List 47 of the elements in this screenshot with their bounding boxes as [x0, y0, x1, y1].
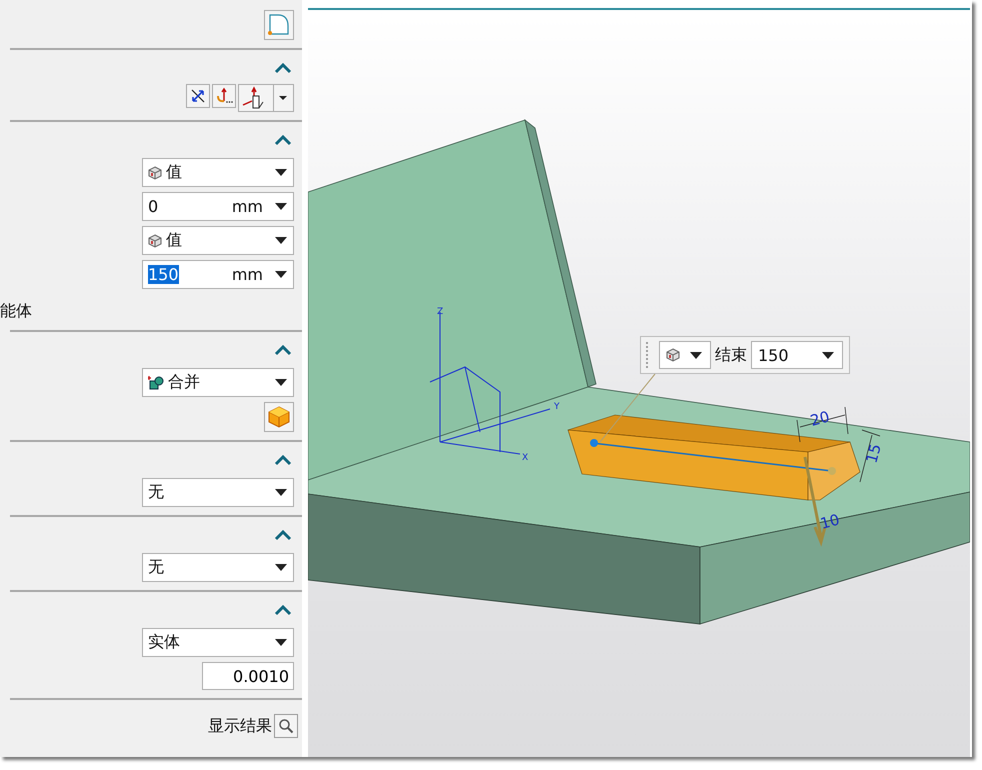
vector-type-dropdown[interactable] — [238, 84, 294, 112]
end-label: 结束 — [715, 344, 747, 366]
tolerance-input[interactable]: 0.0010 — [202, 662, 294, 690]
vector-dialog-button[interactable] — [212, 84, 236, 108]
reverse-direction-button[interactable] — [186, 84, 210, 108]
cube-icon — [666, 348, 680, 362]
end-value-dropdown[interactable]: 150 — [751, 341, 843, 369]
option-label: 能体 — [0, 301, 32, 322]
option-dropdown[interactable]: 无 — [142, 478, 294, 507]
collapse-chevron-icon[interactable] — [272, 132, 294, 148]
limit-type-dropdown[interactable] — [659, 341, 711, 369]
coordinate-triad-drawing: Z Y X — [430, 307, 560, 463]
caret-icon — [275, 271, 287, 278]
limit-type-dropdown[interactable]: 值 — [142, 158, 294, 187]
show-result-button[interactable]: 显示结果 — [208, 714, 298, 738]
cube-icon — [148, 234, 162, 248]
select-curve-button[interactable] — [264, 10, 294, 40]
caret-icon — [822, 352, 834, 358]
caret-icon — [279, 96, 287, 100]
option-dropdown[interactable]: 无 — [142, 553, 294, 582]
caret-icon — [275, 639, 287, 646]
caret-icon — [690, 352, 702, 358]
distance-input[interactable]: 150 mm — [142, 260, 294, 289]
dimension-drawing: 20 15 10 — [796, 406, 885, 533]
unite-icon — [148, 374, 164, 390]
leader-line — [600, 374, 656, 442]
caret-icon — [275, 203, 287, 210]
body-type-dropdown[interactable]: 实体 — [142, 628, 294, 657]
limit-type-dropdown[interactable]: 值 — [142, 226, 294, 255]
vector-icon — [215, 87, 233, 105]
caret-icon — [275, 379, 287, 386]
cube-icon — [148, 166, 162, 180]
caret-icon — [275, 564, 287, 571]
collapse-chevron-icon[interactable] — [272, 60, 294, 76]
select-body-button[interactable] — [264, 402, 294, 432]
collapse-chevron-icon[interactable] — [272, 602, 294, 618]
collapse-chevron-icon[interactable] — [272, 342, 294, 358]
drag-grip-icon[interactable] — [645, 341, 649, 369]
double-arrow-icon — [189, 87, 207, 105]
caret-icon — [275, 169, 287, 176]
boolean-dropdown[interactable]: 合并 — [142, 368, 294, 397]
distance-input[interactable]: 0 mm — [142, 192, 294, 221]
caret-icon — [275, 489, 287, 496]
search-icon — [274, 714, 298, 738]
collapse-chevron-icon[interactable] — [272, 452, 294, 468]
collapse-chevron-icon[interactable] — [272, 527, 294, 543]
caret-icon — [275, 237, 287, 244]
